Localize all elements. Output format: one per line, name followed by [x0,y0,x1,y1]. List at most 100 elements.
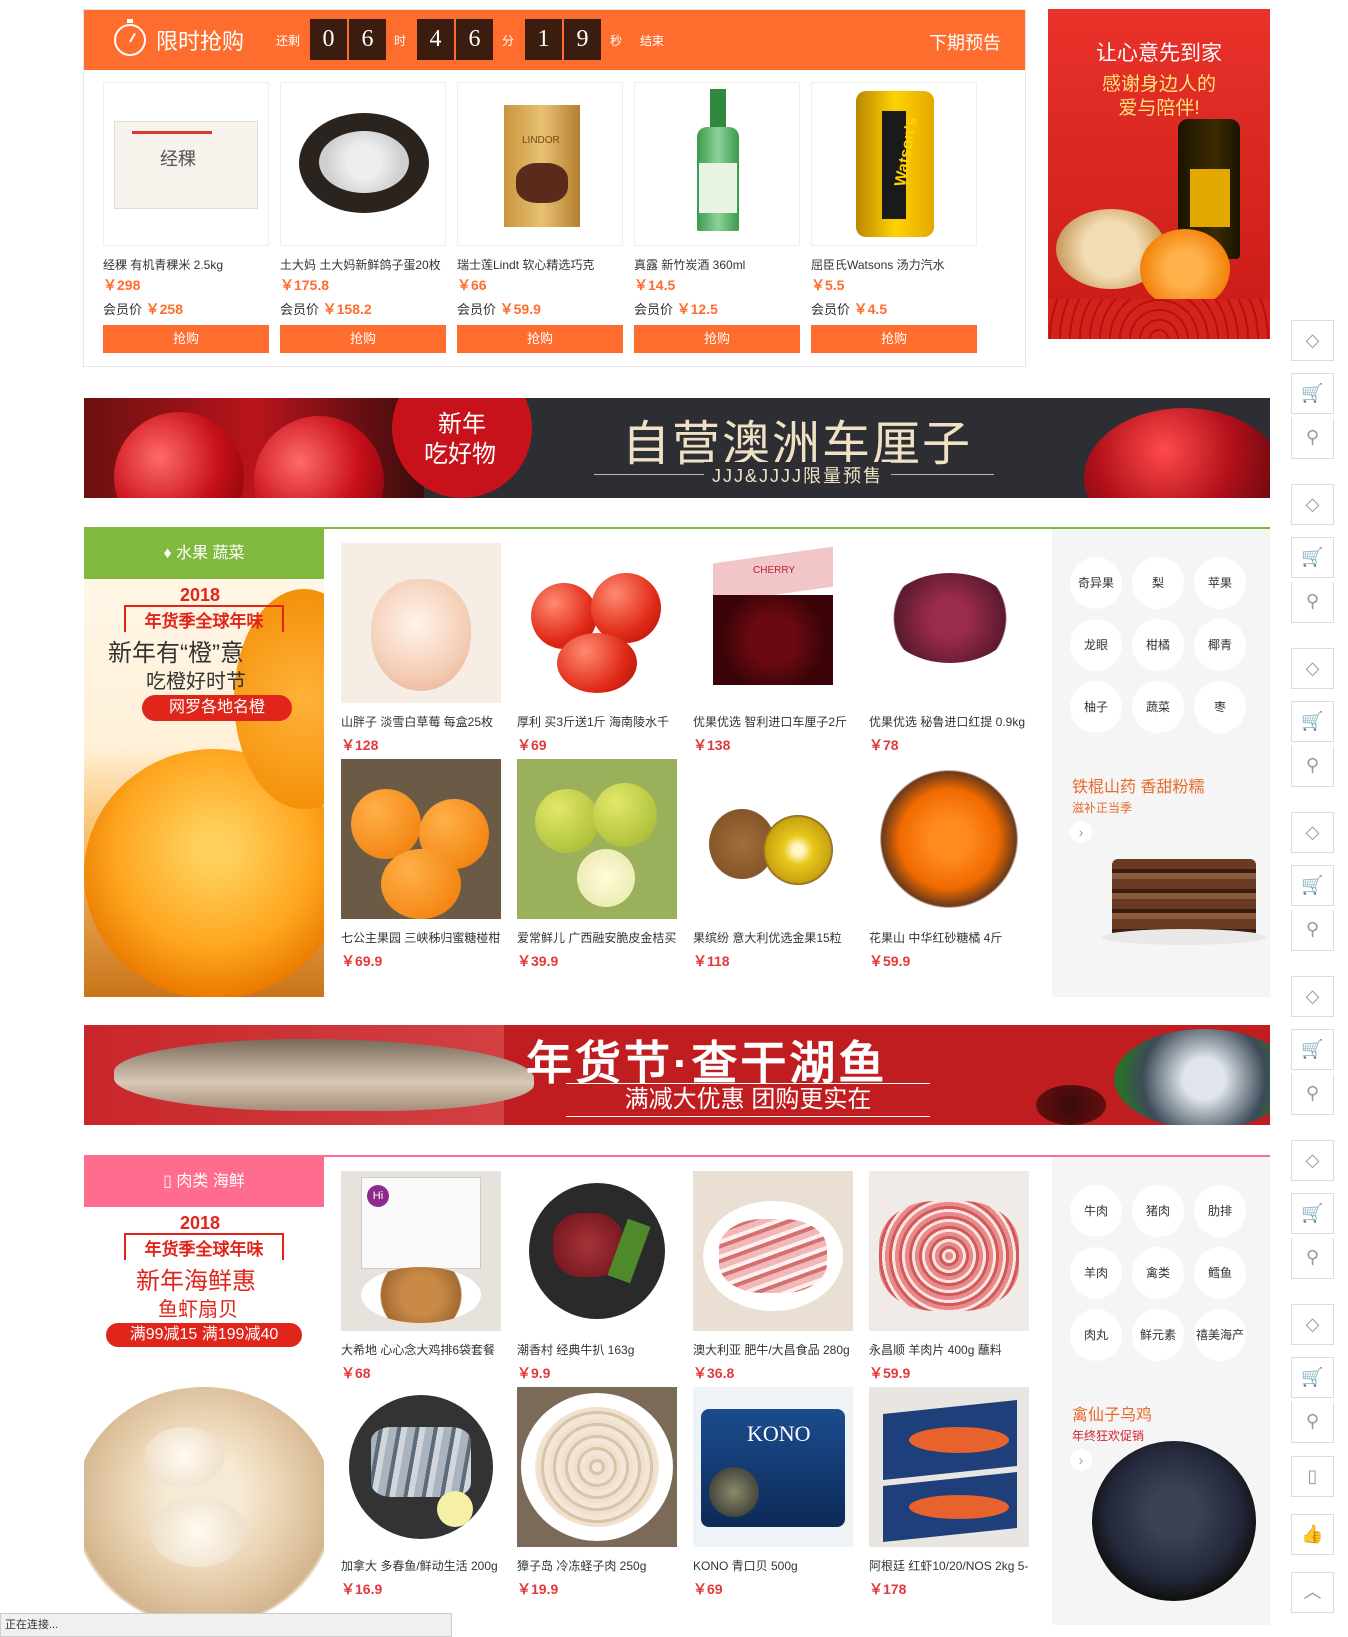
product-card[interactable]: 澳大利亚 肥牛/大昌食品 280g ￥36.8 [693,1171,853,1383]
footprint-icon[interactable]: ⚲ [1291,1402,1334,1443]
product-name[interactable]: 厚利 买3斤送1斤 海南陵水千 [517,713,677,730]
product-name[interactable]: 阿根廷 红虾10/20/NOS 2kg 5- [869,1557,1029,1574]
category-tag[interactable]: 肉丸 [1070,1309,1122,1361]
product-card[interactable]: Hi 大希地 心心念大鸡排6袋套餐 ￥68 [341,1171,501,1383]
back-to-top-icon[interactable]: ︿ [1291,1572,1334,1613]
cart-icon[interactable]: 🛒 [1291,1029,1334,1070]
next-preview-link[interactable]: 下期预告 [929,29,1001,55]
gem-icon[interactable]: ◇ [1291,976,1334,1017]
buy-button[interactable]: 抢购 [103,325,269,353]
cart-icon[interactable]: 🛒 [1291,537,1334,578]
cart-icon[interactable]: 🛒 [1291,1357,1334,1398]
category-tag[interactable]: 柚子 [1070,681,1122,733]
product-name[interactable]: 经稞 有机青稞米 2.5kg [103,256,269,273]
product-name[interactable]: 优果优选 秘鲁进口红提 0.9kg [869,713,1029,730]
gem-icon[interactable]: ◇ [1291,484,1334,525]
category-tag[interactable]: 肋排 [1194,1185,1246,1237]
category-tag[interactable]: 禧美海产 [1194,1309,1246,1361]
category-tag[interactable]: 枣 [1194,681,1246,733]
fruit-tab[interactable]: ♦ 水果 蔬菜 [84,529,324,579]
thumbs-up-icon[interactable]: 👍 [1291,1514,1334,1555]
footprint-icon[interactable]: ⚲ [1291,746,1334,787]
product-card[interactable]: 爱常鲜儿 广西融安脆皮金桔买 ￥39.9 [517,759,677,971]
fish-banner[interactable]: 年货节·查干湖鱼 满减大优惠 团购更实在 [84,1025,1270,1125]
product-card[interactable]: 厚利 买3斤送1斤 海南陵水千 ￥69 [517,543,677,755]
product-name[interactable]: 果缤纷 意大利优选金果15粒 [693,929,853,946]
product-card[interactable]: 潮香村 经典牛扒 163g ￥9.9 [517,1171,677,1383]
category-tag[interactable]: 柑橘 [1132,619,1184,671]
footprint-icon[interactable]: ⚲ [1291,910,1334,951]
footprint-icon[interactable]: ⚲ [1291,1074,1334,1115]
chevron-right-icon[interactable]: › [1070,821,1092,843]
category-tag[interactable]: 苹果 [1194,557,1246,609]
gem-icon[interactable]: ◇ [1291,648,1334,689]
category-tag[interactable]: 梨 [1132,557,1184,609]
gem-icon[interactable]: ◇ [1291,812,1334,853]
product-image[interactable]: LINDOR [457,82,623,246]
product-name[interactable]: 真露 新竹炭酒 360ml [634,256,800,273]
product-card[interactable]: 七公主果园 三峡秭归蜜糖椪柑 ￥69.9 [341,759,501,971]
product-name[interactable]: 土大妈 土大妈新鲜鸽子蛋20枚 [280,256,446,273]
product-name[interactable]: 优果优选 智利进口车厘子2斤 [693,713,853,730]
cherry-banner[interactable]: 新年 吃好物 自营澳洲车厘子 JJJ&JJJJ限量预售 [84,398,1270,498]
product-name[interactable]: KONO 青口贝 500g [693,1557,853,1574]
category-tag[interactable]: 猪肉 [1132,1185,1184,1237]
cart-icon[interactable]: 🛒 [1291,373,1334,414]
product-card[interactable]: 山胖子 淡雪白草莓 每盒25枚 ￥128 [341,543,501,755]
cart-icon[interactable]: 🛒 [1291,701,1334,742]
product-card[interactable]: 阿根廷 红虾10/20/NOS 2kg 5- ￥178 [869,1387,1029,1599]
product-card[interactable]: 加拿大 多春鱼/鲜动生活 200g ￥16.9 [341,1387,501,1599]
category-tag[interactable]: 鳕鱼 [1194,1247,1246,1299]
product-card[interactable]: KONO KONO 青口贝 500g ￥69 [693,1387,853,1599]
category-tag[interactable]: 牛肉 [1070,1185,1122,1237]
side-promo-title[interactable]: 铁棍山药 香甜粉糯 [1072,773,1204,797]
product-name[interactable]: 爱常鲜儿 广西融安脆皮金桔买 [517,929,677,946]
product-card[interactable]: 花果山 中华红砂糖橘 4斤 ￥59.9 [869,759,1029,971]
footprint-icon[interactable]: ⚲ [1291,418,1334,459]
fruit-promo-panel[interactable]: ♦ 水果 蔬菜 2018 年货季全球年味 新年有“橙”意 吃橙好时节 网罗各地名… [84,529,324,997]
product-name[interactable]: 瑞士莲Lindt 软心精选巧克 [457,256,623,273]
product-name[interactable]: 永昌顺 羊肉片 400g 蘸料 [869,1341,1029,1358]
gem-icon[interactable]: ◇ [1291,320,1334,361]
product-name[interactable]: 加拿大 多春鱼/鲜动生活 200g [341,1557,501,1574]
product-name[interactable]: 花果山 中华红砂糖橘 4斤 [869,929,1029,946]
category-tag[interactable]: 禽类 [1132,1247,1184,1299]
category-tag[interactable]: 蔬菜 [1132,681,1184,733]
side-promo-title[interactable]: 禽仙子乌鸡 [1072,1401,1152,1425]
meat-tab[interactable]: ▯ 肉类 海鲜 [84,1157,324,1207]
gem-icon[interactable]: ◇ [1291,1140,1334,1181]
meat-promo-panel[interactable]: ▯ 肉类 海鲜 2018 年货季全球年味 新年海鲜惠 鱼虾扇贝 满99减15 满… [84,1157,324,1625]
buy-button[interactable]: 抢购 [457,325,623,353]
footprint-icon[interactable]: ⚲ [1291,582,1334,623]
product-name[interactable]: 獐子岛 冷冻蛏子肉 250g [517,1557,677,1574]
product-name[interactable]: 七公主果园 三峡秭归蜜糖椪柑 [341,929,501,946]
buy-button[interactable]: 抢购 [634,325,800,353]
product-image[interactable]: Watson's [811,82,977,246]
product-card[interactable]: 永昌顺 羊肉片 400g 蘸料 ￥59.9 [869,1171,1029,1383]
buy-button[interactable]: 抢购 [811,325,977,353]
category-tag[interactable]: 龙眼 [1070,619,1122,671]
product-card[interactable]: CHERRY 优果优选 智利进口车厘子2斤 ￥138 [693,543,853,755]
category-tag[interactable]: 奇异果 [1070,557,1122,609]
product-image[interactable]: 经稞 [103,82,269,246]
mobile-qr-icon[interactable]: ▯ [1291,1456,1334,1497]
product-name[interactable]: 屈臣氏Watsons 汤力汽水 [811,256,977,273]
category-tag[interactable]: 鲜元素 [1132,1309,1184,1361]
cart-icon[interactable]: 🛒 [1291,865,1334,906]
side-ad-banner[interactable]: 让心意先到家 感谢身边人的 爱与陪伴! [1048,9,1270,339]
product-card[interactable]: 果缤纷 意大利优选金果15粒 ￥118 [693,759,853,971]
product-card[interactable]: 獐子岛 冷冻蛏子肉 250g ￥19.9 [517,1387,677,1599]
buy-button[interactable]: 抢购 [280,325,446,353]
cart-icon[interactable]: 🛒 [1291,1193,1334,1234]
product-name[interactable]: 大希地 心心念大鸡排6袋套餐 [341,1341,501,1358]
footprint-icon[interactable]: ⚲ [1291,1238,1334,1279]
category-tag[interactable]: 椰青 [1194,619,1246,671]
gem-icon[interactable]: ◇ [1291,1304,1334,1345]
product-image[interactable] [280,82,446,246]
product-name[interactable]: 潮香村 经典牛扒 163g [517,1341,677,1358]
product-name[interactable]: 山胖子 淡雪白草莓 每盒25枚 [341,713,501,730]
product-name[interactable]: 澳大利亚 肥牛/大昌食品 280g [693,1341,853,1358]
product-image[interactable] [634,82,800,246]
product-card[interactable]: 优果优选 秘鲁进口红提 0.9kg ￥78 [869,543,1029,755]
category-tag[interactable]: 羊肉 [1070,1247,1122,1299]
